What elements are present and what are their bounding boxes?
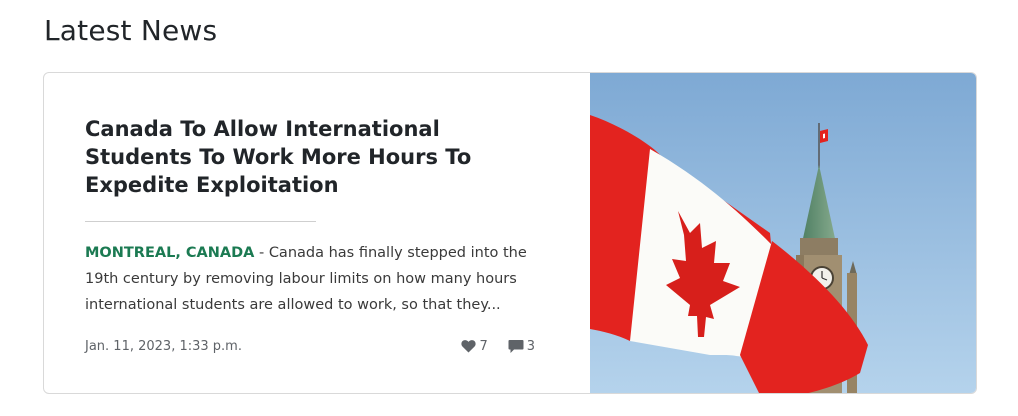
comments-counter[interactable]: 3 (508, 339, 535, 354)
heart-icon (461, 340, 477, 353)
dateline-separator: - (254, 245, 269, 261)
news-card[interactable]: Canada To Allow International Students T… (43, 72, 977, 394)
article-image[interactable] (590, 73, 976, 393)
article-excerpt: MONTREAL, CANADA - Canada has finally st… (85, 240, 555, 318)
article-stats: 7 3 (461, 339, 535, 354)
article-title[interactable]: Canada To Allow International Students T… (85, 115, 535, 199)
section-title: Latest News (44, 14, 218, 47)
title-divider (85, 221, 316, 222)
comment-icon (508, 339, 524, 353)
comments-count: 3 (526, 338, 535, 354)
article-footer: Jan. 11, 2023, 1:33 p.m. 7 3 (85, 336, 535, 356)
canadian-flag-parliament-image (590, 73, 976, 393)
likes-count: 7 (479, 338, 488, 354)
likes-counter[interactable]: 7 (461, 338, 488, 354)
article-dateline: MONTREAL, CANADA (85, 245, 255, 261)
article-date: Jan. 11, 2023, 1:33 p.m. (85, 338, 242, 354)
news-card-body: Canada To Allow International Students T… (44, 73, 590, 393)
